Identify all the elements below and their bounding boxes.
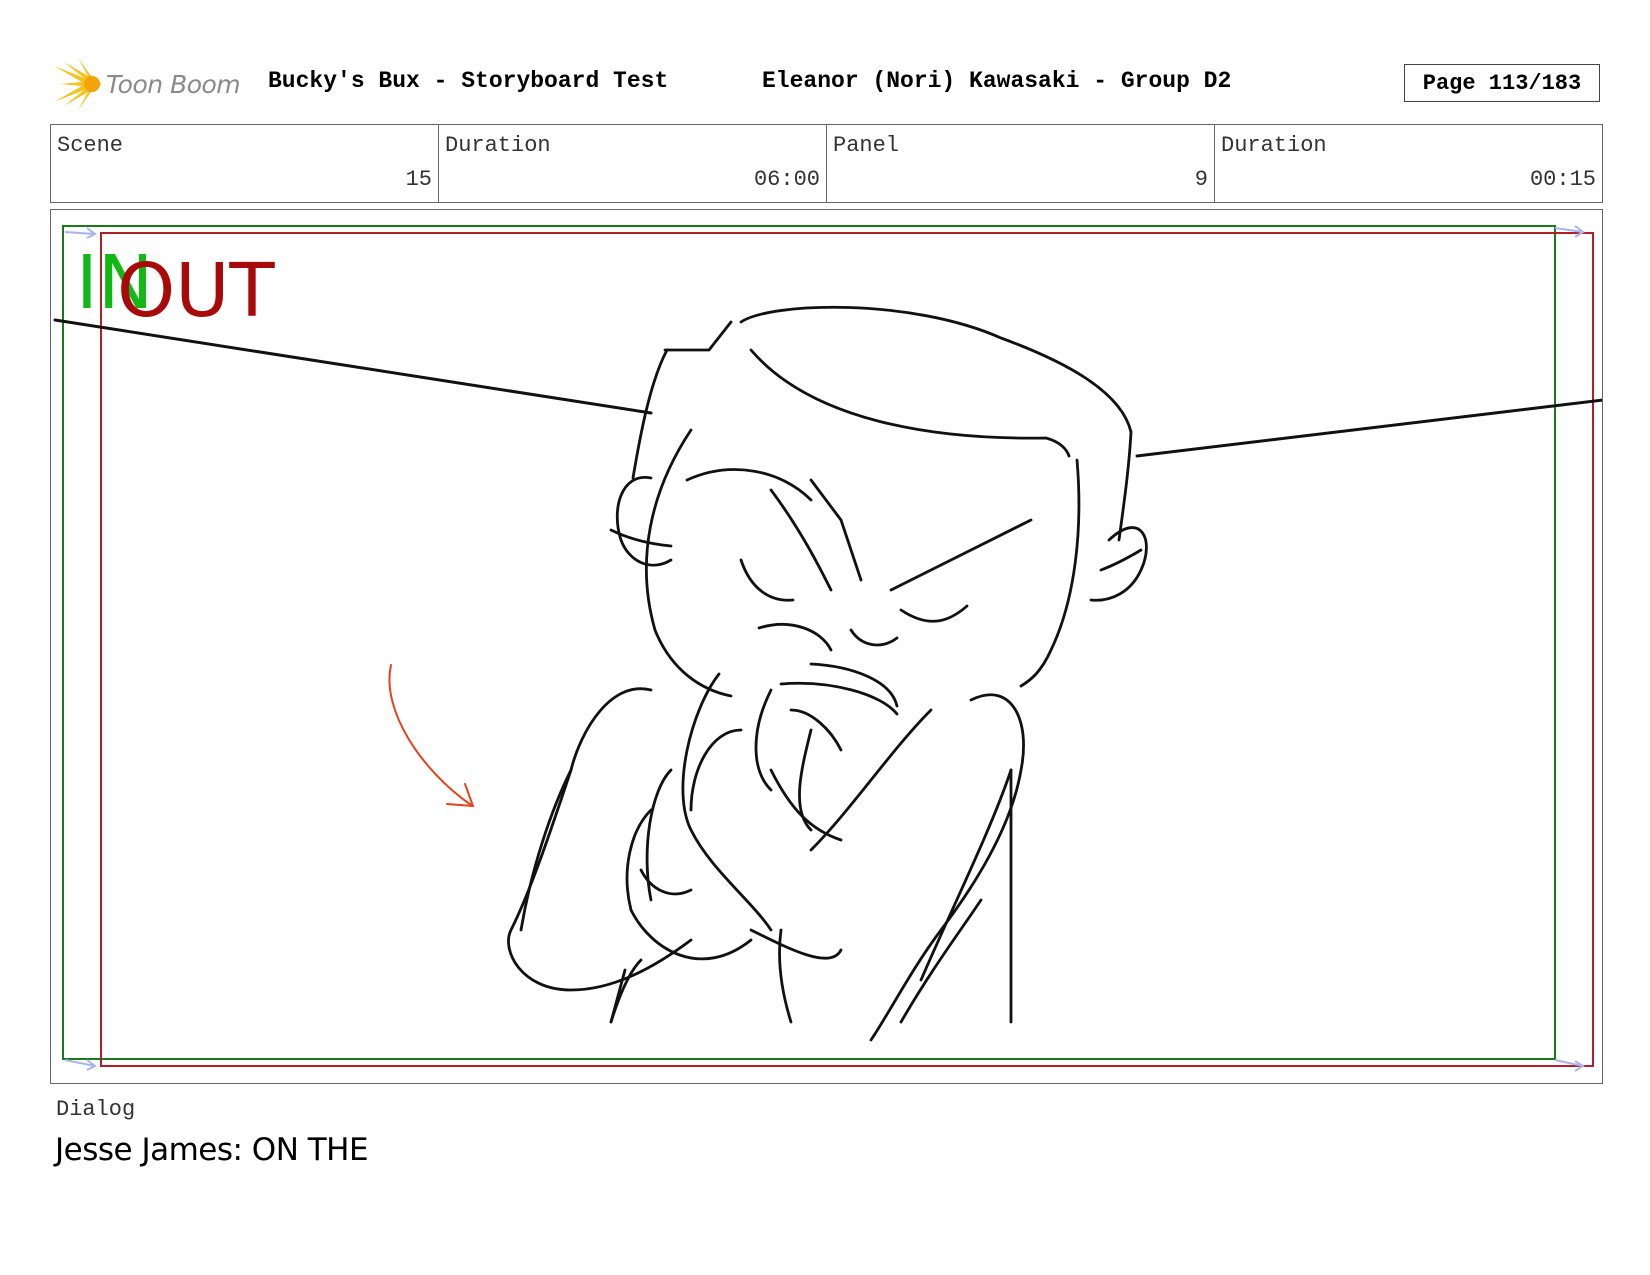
- storyboard-panel: IN OUT: [50, 209, 1603, 1084]
- frame-corner-arrow: [1554, 225, 1585, 238]
- frame-corner-arrow: [64, 227, 97, 239]
- in-frame: [62, 225, 1556, 1060]
- out-frame: [100, 232, 1594, 1067]
- logo-text: Toon Boom: [106, 69, 241, 99]
- info-table: Scene 15 Duration 06:00 Panel 9 Duration…: [50, 124, 1603, 203]
- starburst-icon: [54, 58, 102, 110]
- out-label: OUT: [117, 248, 275, 334]
- panel-drawing: [53, 225, 1602, 1072]
- character-sketch: [507, 305, 1148, 1042]
- info-label: Duration: [1221, 133, 1327, 158]
- page-number: Page 113/183: [1404, 64, 1600, 102]
- dialog-text: Jesse James: ON THE: [55, 1132, 369, 1168]
- motion-arrow: [388, 664, 475, 808]
- info-label: Scene: [57, 133, 124, 158]
- info-value: 00:15: [1529, 167, 1596, 192]
- dialog-label: Dialog: [56, 1097, 136, 1122]
- info-value: 15: [405, 167, 432, 192]
- info-cell-scene: Scene 15: [51, 125, 439, 202]
- project-title: Bucky's Bux - Storyboard Test: [268, 68, 669, 94]
- info-cell-scene-duration: Duration 06:00: [439, 125, 827, 202]
- info-cell-panel-duration: Duration 00:15: [1215, 125, 1602, 202]
- info-value: 06:00: [753, 167, 820, 192]
- info-label: Duration: [445, 133, 551, 158]
- info-cell-panel: Panel 9: [827, 125, 1215, 202]
- frame-corner-arrow: [64, 1059, 97, 1071]
- artist-name: Eleanor (Nori) Kawasaki - Group D2: [762, 68, 1232, 94]
- info-value: 9: [1194, 167, 1208, 192]
- info-label: Panel: [833, 133, 900, 158]
- background-line: [53, 318, 1602, 458]
- toon-boom-logo: Toon Boom: [54, 58, 241, 110]
